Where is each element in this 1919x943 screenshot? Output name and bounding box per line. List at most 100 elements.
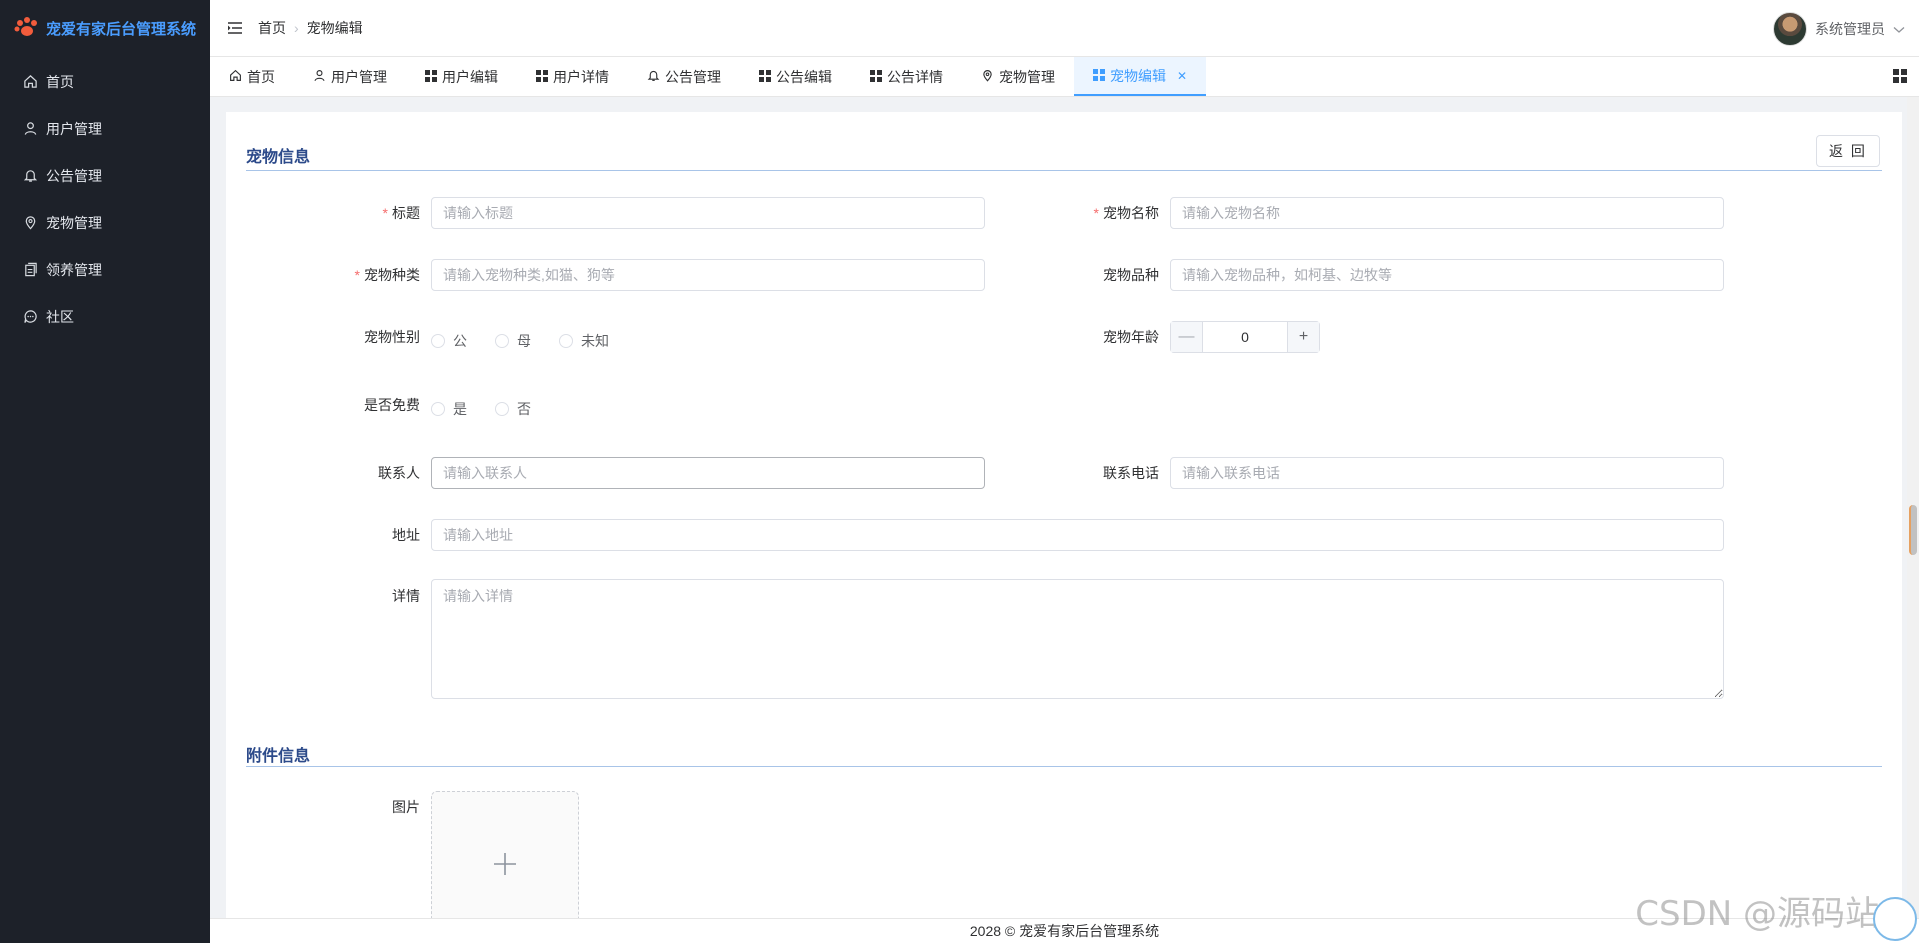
sidebar-item-label: 公告管理 (46, 167, 102, 184)
tab-notice-edit[interactable]: 公告编辑 (740, 57, 851, 96)
chat-icon (22, 309, 38, 325)
scroll-thumb[interactable] (1909, 505, 1917, 555)
phone-input[interactable] (1170, 457, 1724, 489)
sidebar-item-label: 领养管理 (46, 261, 102, 278)
close-icon[interactable]: ✕ (1177, 69, 1187, 83)
sidebar-item-notices[interactable]: 公告管理 (0, 152, 210, 199)
tabs-bar: 首页 用户管理 用户编辑 用户详情 公告管理 公告编辑 公告详情 宠物管理 宠物… (210, 57, 1919, 97)
sidebar: 宠爱有家后台管理系统 首页 用户管理 公告管理 宠物管理 领养管理 社区 (0, 0, 210, 943)
sidebar-menu: 首页 用户管理 公告管理 宠物管理 领养管理 社区 (0, 58, 210, 340)
increment-button[interactable]: + (1287, 322, 1319, 352)
tab-label: 宠物管理 (999, 68, 1055, 85)
app-title: 宠爱有家后台管理系统 (46, 20, 197, 38)
pet-gender-label: 宠物性别 (364, 329, 420, 345)
section-title-attachments: 附件信息 (246, 748, 311, 765)
gender-radio-group: 公 母 未知 (431, 331, 609, 351)
pet-type-input[interactable] (431, 259, 985, 291)
detail-label: 详情 (392, 588, 420, 604)
sidebar-item-label: 首页 (46, 73, 74, 90)
top-header: 首页 › 宠物编辑 系统管理员 (210, 0, 1919, 57)
chevron-down-icon[interactable] (1893, 21, 1905, 37)
free-radio-yes[interactable]: 是 (431, 399, 467, 419)
sidebar-item-label: 用户管理 (46, 120, 102, 137)
user-icon (22, 121, 38, 137)
avatar[interactable] (1773, 12, 1807, 46)
tab-user-edit[interactable]: 用户编辑 (406, 57, 517, 96)
gender-radio-unknown[interactable]: 未知 (559, 331, 609, 351)
grid-icon (759, 69, 771, 85)
image-label: 图片 (392, 799, 420, 815)
document-icon (22, 262, 38, 278)
bell-icon (22, 168, 38, 184)
free-radio-group: 是 否 (431, 399, 531, 419)
plus-icon (492, 851, 518, 880)
address-input[interactable] (431, 519, 1724, 551)
tab-home[interactable]: 首页 (210, 57, 294, 96)
title-input[interactable] (431, 197, 985, 229)
radio-circle[interactable] (495, 334, 509, 348)
watermark: CSDN @源码站 (1635, 894, 1879, 934)
pet-breed-label: 宠物品种 (1103, 267, 1159, 283)
sidebar-item-community[interactable]: 社区 (0, 293, 210, 340)
radio-circle[interactable] (495, 402, 509, 416)
radio-circle[interactable] (431, 334, 445, 348)
user-icon (313, 69, 326, 85)
home-icon (22, 74, 38, 90)
tab-pet-edit[interactable]: 宠物编辑 ✕ (1074, 57, 1207, 96)
location-icon (981, 69, 994, 85)
image-upload[interactable] (431, 791, 579, 939)
breadcrumb-home[interactable]: 首页 (258, 18, 286, 38)
brand[interactable]: 宠爱有家后台管理系统 (0, 0, 210, 56)
gender-radio-female[interactable]: 母 (495, 331, 531, 351)
sidebar-item-pets[interactable]: 宠物管理 (0, 199, 210, 246)
free-radio-no[interactable]: 否 (495, 399, 531, 419)
menu-toggle-icon[interactable] (226, 19, 244, 37)
grid-icon (870, 69, 882, 85)
tab-user-management[interactable]: 用户管理 (294, 57, 406, 96)
pet-edit-form: 宠物信息 返 回 *标题 *宠物名称 *宠物种类 宠物品种 宠物性别 公 母 未… (226, 112, 1902, 939)
user-name[interactable]: 系统管理员 (1815, 19, 1885, 39)
is-free-label: 是否免费 (364, 397, 420, 413)
user-menu[interactable]: 系统管理员 (1773, 12, 1905, 46)
sidebar-item-adoption[interactable]: 领养管理 (0, 246, 210, 293)
tab-notice-detail[interactable]: 公告详情 (851, 57, 962, 96)
back-button[interactable]: 返 回 (1816, 135, 1880, 167)
tab-notice-management[interactable]: 公告管理 (628, 57, 740, 96)
section-divider (246, 170, 1882, 171)
section-title-pet-info: 宠物信息 (246, 149, 311, 166)
chevron-right-icon: › (294, 20, 299, 36)
breadcrumb: 首页 › 宠物编辑 (258, 18, 363, 38)
tab-pet-management[interactable]: 宠物管理 (962, 57, 1074, 96)
pet-name-input[interactable] (1170, 197, 1724, 229)
detail-textarea[interactable] (431, 579, 1724, 699)
sidebar-item-label: 宠物管理 (46, 214, 102, 231)
page-scrollbar[interactable] (1907, 97, 1919, 918)
tab-user-detail[interactable]: 用户详情 (517, 57, 628, 96)
tab-label: 用户编辑 (442, 68, 498, 85)
tabs-menu-icon[interactable] (1893, 69, 1909, 85)
location-icon (22, 215, 38, 231)
grid-icon (425, 69, 437, 85)
radio-circle[interactable] (559, 334, 573, 348)
sidebar-item-users[interactable]: 用户管理 (0, 105, 210, 152)
pet-breed-input[interactable] (1170, 259, 1724, 291)
tab-label: 首页 (247, 68, 275, 85)
contact-input[interactable] (431, 457, 985, 489)
tab-label: 公告管理 (665, 68, 721, 85)
pet-type-label: * 宠物种类 (354, 267, 420, 283)
contact-label: 联系人 (378, 465, 420, 481)
radio-circle[interactable] (431, 402, 445, 416)
tab-label: 用户详情 (553, 68, 609, 85)
mascot-icon[interactable] (1873, 897, 1917, 941)
age-value[interactable]: 0 (1203, 322, 1287, 352)
home-icon (229, 69, 242, 85)
age-stepper: — 0 + (1170, 321, 1320, 353)
address-label: 地址 (392, 527, 420, 543)
title-label: * 标题 (382, 205, 420, 221)
paw-logo-icon (14, 16, 40, 41)
gender-radio-male[interactable]: 公 (431, 331, 467, 351)
phone-label: 联系电话 (1103, 465, 1159, 481)
breadcrumb-current: 宠物编辑 (306, 20, 363, 36)
decrement-button[interactable]: — (1171, 322, 1203, 352)
sidebar-item-home[interactable]: 首页 (0, 58, 210, 105)
